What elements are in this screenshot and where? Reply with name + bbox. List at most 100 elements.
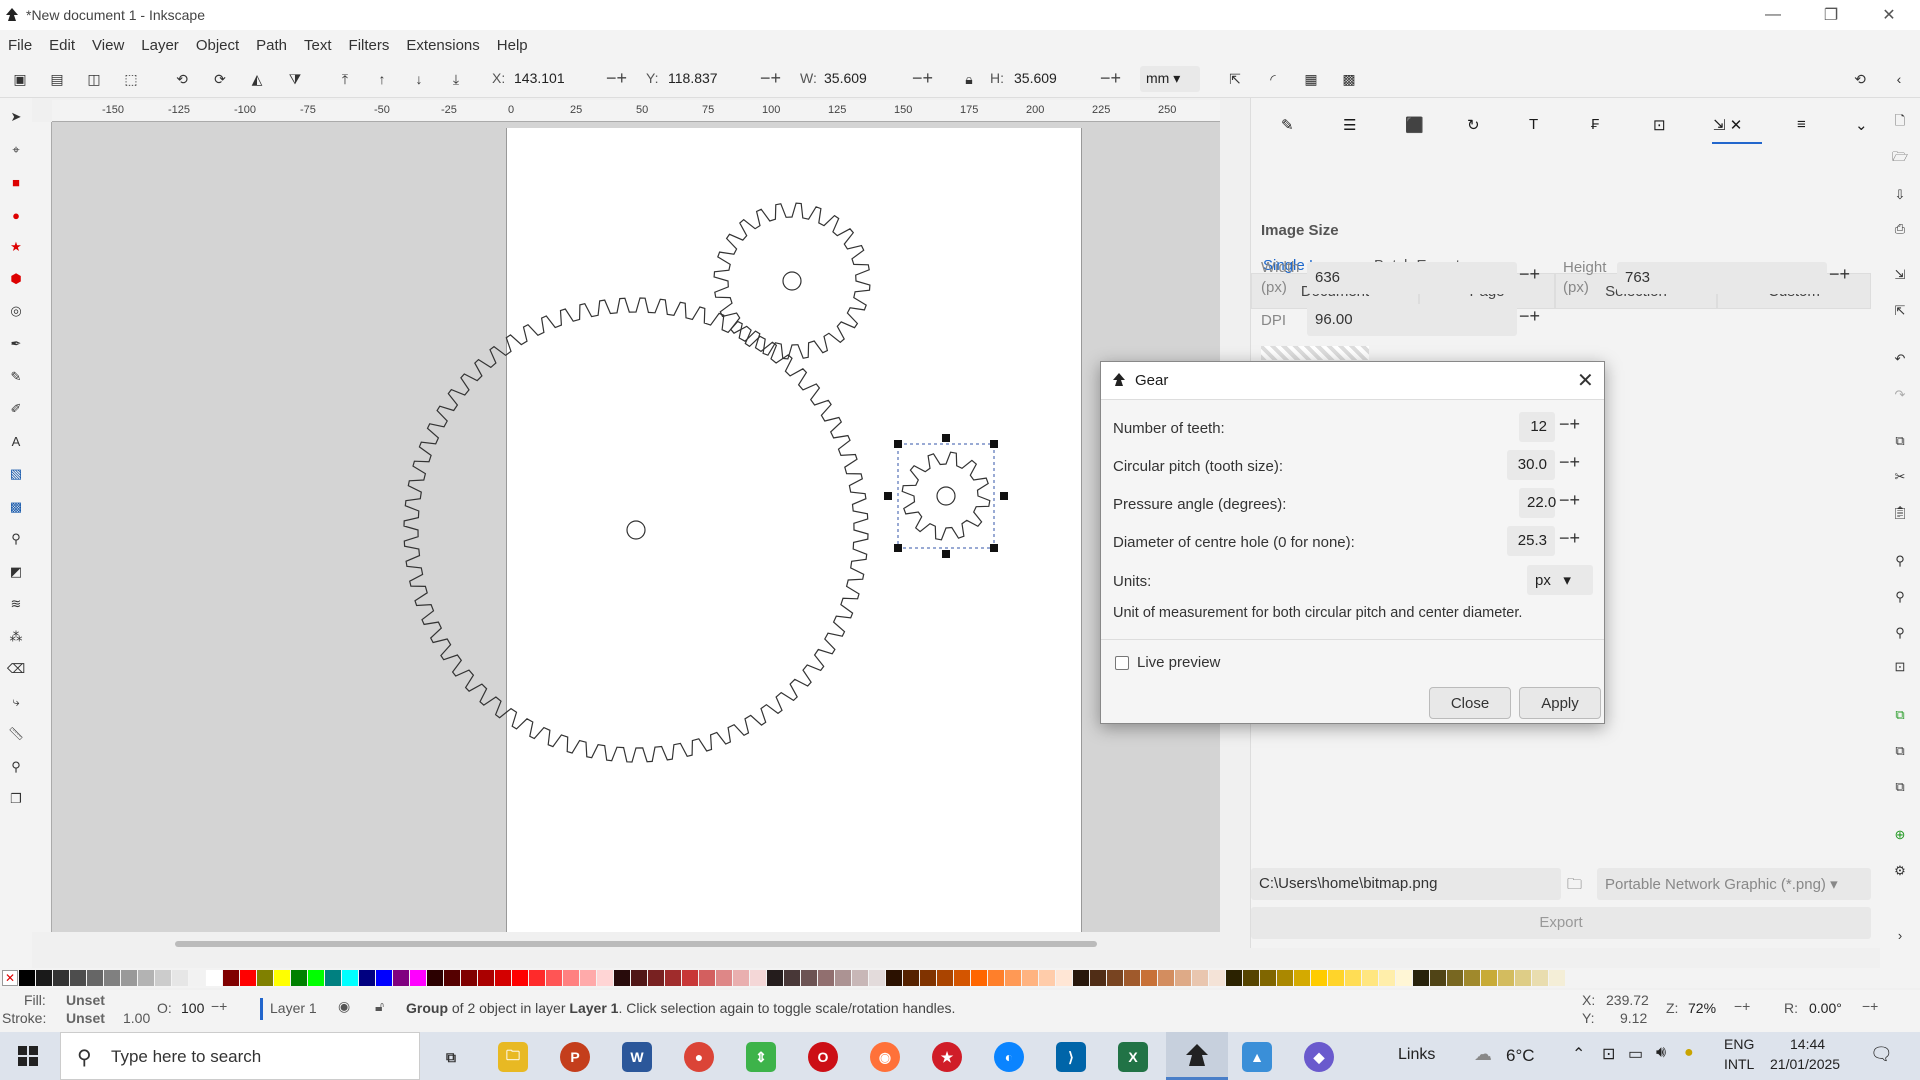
mesh-tool-icon[interactable]: ▩ [7, 498, 25, 516]
color-swatch[interactable] [1175, 970, 1191, 986]
color-swatch[interactable] [325, 970, 341, 986]
taskbar-search-box[interactable]: ⚲ Type here to search [60, 1032, 420, 1080]
color-swatch[interactable] [716, 970, 732, 986]
save-icon[interactable]: ⇩ [1891, 186, 1909, 204]
keyboard-layout[interactable]: INTL [1724, 1056, 1754, 1072]
fill-stroke-icon[interactable]: ✎ [1281, 116, 1294, 134]
color-swatch[interactable] [1107, 970, 1123, 986]
color-swatch[interactable] [291, 970, 307, 986]
menu-filters[interactable]: Filters [349, 37, 390, 54]
task-view-icon[interactable]: ⧉ [436, 1042, 466, 1072]
redo-icon[interactable]: ↷ [1891, 386, 1909, 404]
minimize-button[interactable]: — [1744, 0, 1802, 30]
menu-layer[interactable]: Layer [141, 37, 179, 54]
export-format-select[interactable]: Portable Network Graphic (*.png) ▾ [1597, 868, 1871, 900]
rotate-field[interactable]: 0.00° [1809, 1000, 1842, 1016]
color-swatch[interactable] [1345, 970, 1361, 986]
color-swatch[interactable] [223, 970, 239, 986]
menu-text[interactable]: Text [304, 37, 332, 54]
fill-value[interactable]: Unset [66, 992, 105, 1008]
text-tool-icon[interactable]: A [7, 432, 25, 450]
app-icon[interactable]: ⇕ [746, 1042, 776, 1072]
transform-icon[interactable]: ↻ [1467, 116, 1480, 134]
color-swatch[interactable] [1192, 970, 1208, 986]
color-swatch[interactable] [376, 970, 392, 986]
dpi-field[interactable]: 96.00 [1307, 304, 1517, 336]
dock-more-icon[interactable]: ⌄ [1855, 116, 1868, 134]
x-field[interactable]: 143.101 [508, 66, 608, 92]
color-swatch[interactable] [903, 970, 919, 986]
color-swatch[interactable] [461, 970, 477, 986]
export-filename-field[interactable]: C:\Users\home\bitmap.png [1251, 868, 1561, 900]
color-swatch[interactable] [427, 970, 443, 986]
color-swatch[interactable] [818, 970, 834, 986]
color-swatch[interactable] [308, 970, 324, 986]
color-swatch[interactable] [1039, 970, 1055, 986]
color-swatch[interactable] [563, 970, 579, 986]
dropper-tool-icon[interactable]: ⚲ [7, 530, 25, 548]
spray-tool-icon[interactable]: ⁂ [7, 628, 25, 646]
menu-help[interactable]: Help [497, 37, 528, 54]
color-swatch[interactable] [1226, 970, 1242, 986]
collapse-bar-icon[interactable]: ‹ [1890, 70, 1908, 88]
color-swatch[interactable] [19, 970, 35, 986]
color-swatch[interactable] [155, 970, 171, 986]
connector-tool-icon[interactable]: ⤷ [7, 693, 25, 711]
color-swatch[interactable] [529, 970, 545, 986]
color-swatch[interactable] [172, 970, 188, 986]
color-swatch[interactable] [784, 970, 800, 986]
tray-device-icon[interactable]: ⊡ [1602, 1044, 1615, 1064]
weather-temp[interactable]: 6°C [1506, 1046, 1535, 1066]
symbols-icon[interactable]: ⊡ [1653, 116, 1666, 134]
export-width-field[interactable]: 636 [1307, 262, 1517, 294]
color-swatch[interactable] [1311, 970, 1327, 986]
color-swatch[interactable] [104, 970, 120, 986]
weather-icon[interactable]: ☁ [1474, 1044, 1492, 1065]
color-swatch[interactable] [1549, 970, 1565, 986]
select-all-icon[interactable]: ▣ [11, 70, 29, 88]
paste-icon[interactable]: 📋︎ [1891, 504, 1909, 522]
w-stepper[interactable]: −+ [912, 68, 933, 89]
dialog-title-bar[interactable]: Gear ✕ [1101, 362, 1604, 400]
color-swatch[interactable] [257, 970, 273, 986]
file-explorer-icon[interactable]: 🗀︎ [498, 1042, 528, 1072]
x-stepper[interactable]: −+ [606, 68, 627, 89]
color-swatch[interactable] [1124, 970, 1140, 986]
horizontal-scrollbar[interactable] [175, 941, 1097, 947]
network-icon[interactable]: ▭ [1628, 1044, 1643, 1064]
color-swatch[interactable] [1209, 970, 1225, 986]
notifications-icon[interactable]: 🗨︎ [1870, 1044, 1893, 1065]
tray-chevron-icon[interactable]: ⌃ [1572, 1044, 1585, 1064]
firefox-icon[interactable]: ◉ [870, 1042, 900, 1072]
star-tool-icon[interactable]: ★ [7, 238, 25, 256]
scale-corners-icon[interactable]: ◜ [1264, 70, 1282, 88]
color-swatch[interactable] [1464, 970, 1480, 986]
menu-file[interactable]: File [8, 37, 32, 54]
rotate-cw-icon[interactable]: ⟳ [211, 70, 229, 88]
close-window-button[interactable]: ✕ [1860, 0, 1918, 30]
open-icon[interactable]: 🗁︎ [1891, 149, 1909, 168]
zoom-stepper[interactable]: −+ [1734, 998, 1750, 1014]
color-swatch[interactable] [70, 970, 86, 986]
horizontal-ruler[interactable]: -150 -125 -100 -75 -50 -25 0 25 50 75 10… [52, 100, 1220, 122]
layers-icon[interactable]: ☰ [1343, 116, 1356, 134]
export-tab-icon[interactable]: ⇲ ✕ [1713, 116, 1742, 134]
color-swatch[interactable] [1090, 970, 1106, 986]
rotate-ccw-icon[interactable]: ⟲ [173, 70, 191, 88]
rotate-stepper[interactable]: −+ [1862, 998, 1878, 1014]
h-stepper[interactable]: −+ [1100, 68, 1121, 89]
color-swatch[interactable] [1243, 970, 1259, 986]
move-patterns-icon[interactable]: ▩ [1340, 70, 1358, 88]
color-swatch[interactable] [206, 970, 222, 986]
color-swatch[interactable] [937, 970, 953, 986]
color-swatch[interactable] [886, 970, 902, 986]
color-swatch[interactable] [53, 970, 69, 986]
powerpoint-icon[interactable]: P [560, 1042, 590, 1072]
units-select[interactable]: px ▾ [1527, 565, 1593, 595]
menu-edit[interactable]: Edit [49, 37, 75, 54]
color-swatch[interactable] [1481, 970, 1497, 986]
color-swatch[interactable] [189, 970, 205, 986]
color-swatch[interactable] [1515, 970, 1531, 986]
copy-icon[interactable]: ⧉ [1891, 432, 1909, 450]
pressure-field[interactable]: 22.0 [1519, 488, 1556, 518]
